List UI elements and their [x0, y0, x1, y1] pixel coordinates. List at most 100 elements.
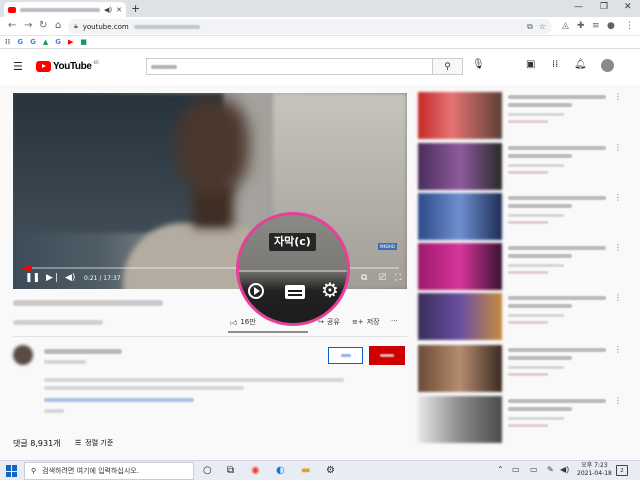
- fullscreen-icon[interactable]: ⛶: [395, 273, 401, 283]
- video-thumbnail[interactable]: [418, 243, 502, 290]
- subscribe-button[interactable]: [369, 346, 405, 365]
- pause-icon[interactable]: ❚❚: [25, 273, 40, 283]
- profile-icon[interactable]: ●: [607, 20, 615, 32]
- share-button[interactable]: ↪ 공유: [318, 317, 340, 327]
- task-view-icon[interactable]: ⧉: [227, 464, 234, 477]
- join-button[interactable]: [328, 347, 363, 364]
- video-thumbnail[interactable]: [418, 92, 502, 139]
- chrome-menu-icon[interactable]: ⋮: [625, 20, 634, 32]
- browser-tab[interactable]: ◀) ✕: [4, 2, 126, 17]
- description-link[interactable]: [44, 398, 194, 402]
- sort-label: 정렬 기준: [85, 439, 114, 447]
- window-close-icon[interactable]: ✕: [624, 1, 632, 13]
- video-thumbnail[interactable]: [418, 396, 502, 443]
- reload-icon[interactable]: ↻: [39, 20, 47, 32]
- volume-icon[interactable]: ◀): [65, 273, 75, 283]
- next-icon[interactable]: ▶❘: [46, 273, 60, 283]
- microphone-icon[interactable]: 🎙︎: [472, 59, 485, 70]
- close-tab-icon[interactable]: ✕: [116, 6, 122, 14]
- more-options-icon[interactable]: ⋮: [614, 193, 622, 202]
- volume-tray-icon[interactable]: ◀): [560, 465, 569, 475]
- video-thumbnail[interactable]: [418, 293, 502, 340]
- youtube-favicon-icon: [8, 6, 16, 13]
- sort-button[interactable]: ☰ 정렬 기준: [75, 438, 113, 448]
- rec-title-blurred: [508, 196, 606, 200]
- puzzle-icon[interactable]: ✚: [577, 20, 585, 32]
- apps-icon[interactable]: ⁞⁞: [552, 59, 558, 70]
- notifications-bell-icon[interactable]: 🔔︎: [574, 59, 587, 70]
- video-thumbnail[interactable]: [418, 143, 502, 190]
- taskbar-search-input[interactable]: ⚲ 검색하려면 여기에 입력하십시오.: [24, 462, 194, 480]
- hamburger-menu-icon[interactable]: ☰: [13, 60, 23, 73]
- progress-scrubber[interactable]: [25, 265, 32, 271]
- youtube-logo[interactable]: YouTube KR: [36, 60, 99, 72]
- like-button[interactable]: 👍︎ 16만: [230, 317, 256, 327]
- pwa-install-icon[interactable]: ⧉: [527, 22, 533, 32]
- recommended-video[interactable]: ⋮: [418, 143, 624, 190]
- save-button[interactable]: ≡+ 저장: [352, 317, 380, 327]
- bookmark-item[interactable]: G: [30, 38, 36, 47]
- subtitles-button[interactable]: [285, 285, 305, 299]
- more-options-icon[interactable]: ⋮: [614, 92, 622, 101]
- search-button[interactable]: ⚲: [433, 58, 463, 75]
- recommended-video[interactable]: ⋮: [418, 396, 624, 443]
- cast-icon[interactable]: ⎚: [379, 273, 386, 283]
- bookmark-item[interactable]: ▶: [68, 38, 73, 47]
- magnifier-content: 자막(c) ⚙: [239, 215, 347, 323]
- create-video-icon[interactable]: ▣: [526, 59, 535, 70]
- windows-start-icon[interactable]: [6, 465, 18, 477]
- miniplayer-icon[interactable]: ⧉: [361, 273, 367, 283]
- extension-icon[interactable]: ◬: [562, 20, 569, 32]
- edge-taskbar-icon[interactable]: ◐: [276, 464, 285, 477]
- network-icon[interactable]: ▭: [530, 465, 538, 475]
- restore-icon[interactable]: ❐: [600, 1, 608, 13]
- rec-title-blurred: [508, 246, 606, 250]
- video-thumbnail[interactable]: [418, 345, 502, 392]
- clock-date: 2021-04-18: [577, 470, 612, 477]
- more-actions-button[interactable]: ···: [391, 317, 398, 325]
- taskbar-clock[interactable]: 오후 7:23 2021-04-18: [577, 462, 612, 478]
- file-explorer-icon[interactable]: ▬: [301, 464, 310, 477]
- recommended-video[interactable]: ⋮: [418, 92, 624, 139]
- channel-name-blurred[interactable]: [44, 349, 122, 354]
- magnifier-highlight: 자막(c) ⚙: [236, 212, 350, 326]
- forward-icon[interactable]: →: [24, 20, 32, 32]
- more-options-icon[interactable]: ⋮: [614, 396, 622, 405]
- search-icon: ⚲: [444, 61, 451, 72]
- cortana-icon[interactable]: ○: [203, 464, 212, 477]
- bookmark-item[interactable]: ▲: [43, 38, 48, 47]
- apps-grid-icon[interactable]: ⁞⁞: [5, 38, 10, 47]
- more-options-icon[interactable]: ⋮: [614, 293, 622, 302]
- playlist-icon[interactable]: ≡: [592, 20, 600, 32]
- recommended-video[interactable]: ⋮: [418, 293, 624, 340]
- address-bar[interactable]: 🔒︎ youtube.com ⧉ ☆: [68, 19, 552, 34]
- video-thumbnail[interactable]: [418, 193, 502, 240]
- more-options-icon[interactable]: ⋮: [614, 143, 622, 152]
- tray-overflow-icon[interactable]: ⌃: [497, 465, 504, 475]
- bookmark-star-icon[interactable]: ☆: [539, 22, 546, 32]
- autoplay-toggle-icon[interactable]: [248, 283, 264, 299]
- recommended-video[interactable]: ⋮: [418, 345, 624, 392]
- speaker-icon[interactable]: ◀): [104, 6, 112, 14]
- search-input[interactable]: [146, 58, 433, 75]
- pen-icon[interactable]: ✎: [547, 465, 554, 475]
- tray-device-icon[interactable]: ▭: [512, 465, 520, 475]
- home-icon[interactable]: ⌂: [55, 20, 61, 32]
- bookmark-item[interactable]: G: [55, 38, 61, 47]
- bookmark-item[interactable]: G: [17, 38, 23, 47]
- settings-gear-icon[interactable]: ⚙: [321, 279, 339, 301]
- bookmark-item[interactable]: ■: [80, 38, 87, 47]
- more-options-icon[interactable]: ⋮: [614, 243, 622, 252]
- new-tab-button[interactable]: +: [131, 2, 140, 15]
- minimize-icon[interactable]: —: [574, 1, 583, 13]
- recommended-video[interactable]: ⋮: [418, 193, 624, 240]
- show-more-link[interactable]: [44, 409, 64, 413]
- back-icon[interactable]: ←: [8, 20, 16, 32]
- more-options-icon[interactable]: ⋮: [614, 345, 622, 354]
- recommended-video[interactable]: ⋮: [418, 243, 624, 290]
- chrome-taskbar-icon[interactable]: ◉: [251, 464, 260, 477]
- settings-taskbar-icon[interactable]: ⚙: [326, 464, 335, 477]
- channel-avatar[interactable]: [13, 345, 33, 365]
- notification-center-icon[interactable]: 2: [616, 465, 628, 476]
- account-avatar[interactable]: [601, 59, 614, 72]
